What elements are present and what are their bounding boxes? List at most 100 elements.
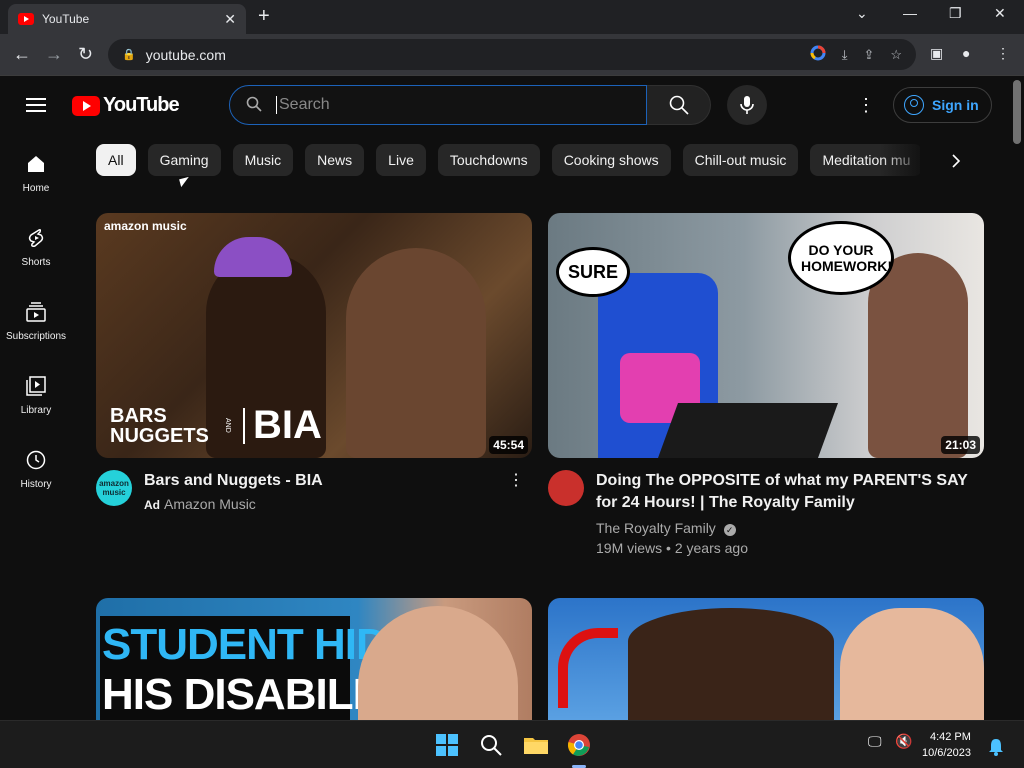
account-icon xyxy=(904,95,924,115)
restore-button[interactable]: ❐ xyxy=(949,5,962,22)
thumbnail-divider xyxy=(243,407,245,444)
library-icon xyxy=(26,376,46,396)
sidebar-item-shorts[interactable]: Shorts xyxy=(0,207,72,281)
video-title[interactable]: Bars and Nuggets - BIA xyxy=(144,470,323,492)
system-clock[interactable]: 4:42 PM 10/6/2023 xyxy=(922,729,971,761)
scrollbar-thumb[interactable] xyxy=(1013,80,1021,144)
chip-live[interactable]: Live xyxy=(376,144,426,176)
sidebar-item-library[interactable]: Library xyxy=(0,355,72,429)
new-tab-button[interactable]: + xyxy=(258,5,270,28)
youtube-logo[interactable]: YouTube xyxy=(72,94,180,117)
history-icon xyxy=(26,450,46,470)
chips-fade xyxy=(880,144,940,178)
network-icon[interactable]: 🖵 xyxy=(868,733,882,757)
chip-news[interactable]: News xyxy=(305,144,365,176)
side-panel-icon[interactable]: ▣ xyxy=(930,45,943,62)
channel-avatar[interactable]: amazon music xyxy=(96,470,132,506)
google-lens-icon[interactable] xyxy=(810,45,826,64)
browser-toolbar: ← → ↻ 🔒 youtube.com ⤓ ⇪ ☆ ▣ ● ⋮ xyxy=(0,34,1024,76)
address-bar[interactable]: 🔒 youtube.com ⤓ ⇪ ☆ xyxy=(108,39,916,70)
thumbnail-person-right xyxy=(346,248,486,458)
chip-cooking-shows[interactable]: Cooking shows xyxy=(551,144,671,176)
youtube-favicon-icon xyxy=(18,13,34,25)
voice-search-button[interactable] xyxy=(727,85,767,125)
search-input[interactable] xyxy=(276,96,616,114)
volume-muted-icon[interactable]: 🔇 xyxy=(895,733,912,757)
chips-next-button[interactable] xyxy=(940,144,972,178)
thumbnail-text-right: BIA xyxy=(253,403,322,447)
video-thumbnail[interactable]: SURE DO YOUR HOMEWORK! 21:03 xyxy=(548,213,984,458)
hamburger-menu-icon[interactable] xyxy=(26,98,46,112)
sign-in-button[interactable]: Sign in xyxy=(893,87,992,123)
browser-tab-youtube[interactable]: YouTube ✕ xyxy=(8,4,246,34)
forward-button[interactable]: → xyxy=(45,44,63,65)
video-thumbnail[interactable] xyxy=(548,598,984,720)
chrome-icon[interactable] xyxy=(567,733,591,757)
chip-all[interactable]: All xyxy=(96,144,136,176)
video-card[interactable] xyxy=(548,598,984,720)
back-button[interactable]: ← xyxy=(13,44,31,65)
filter-chips-bar: All Gaming Music News Live Touchdowns Co… xyxy=(96,144,920,178)
video-card[interactable]: STUDENT HIDES HIS DISABILITY xyxy=(96,598,532,720)
search-icon xyxy=(246,96,262,115)
reload-button[interactable]: ↻ xyxy=(78,44,93,65)
chip-touchdowns[interactable]: Touchdowns xyxy=(437,144,540,176)
sidebar-item-history[interactable]: History xyxy=(0,429,72,503)
video-card[interactable]: amazon music BARS NUGGETS AND BIA 45:54 … xyxy=(96,213,532,515)
sign-in-label: Sign in xyxy=(932,97,979,113)
close-window-button[interactable]: ✕ xyxy=(994,5,1006,22)
bookmark-star-icon[interactable]: ☆ xyxy=(890,47,902,63)
thumbnail-brand-text: amazon music xyxy=(104,219,187,233)
video-title-line-1[interactable]: Doing The OPPOSITE of what my PARENT'S S… xyxy=(596,470,968,492)
video-card[interactable]: SURE DO YOUR HOMEWORK! 21:03 Doing The O… xyxy=(548,213,984,558)
windows-start-icon[interactable] xyxy=(435,733,459,757)
subscriptions-icon xyxy=(26,302,46,322)
sidebar-item-home[interactable]: Home xyxy=(0,133,72,207)
notification-bell-icon[interactable] xyxy=(989,735,1003,759)
search-button[interactable] xyxy=(647,85,711,125)
share-icon[interactable]: ⇪ xyxy=(863,47,874,63)
lock-icon[interactable]: 🔒 xyxy=(122,48,136,61)
video-title-line-2[interactable]: for 24 Hours! | The Royalty Family xyxy=(596,492,968,514)
sidebar-item-subscriptions[interactable]: Subscriptions xyxy=(0,281,72,355)
clock-time: 4:42 PM xyxy=(929,731,971,743)
thumbnail-cap xyxy=(214,237,292,277)
chip-gaming[interactable]: Gaming xyxy=(147,144,221,176)
bubble-left-text: SURE xyxy=(567,261,618,282)
chip-music[interactable]: Music xyxy=(232,144,294,176)
chip-chill-out-music[interactable]: Chill-out music xyxy=(682,144,799,176)
meta-separator: • xyxy=(666,540,675,556)
thumbnail-desk xyxy=(657,403,839,458)
view-count: 19M views xyxy=(596,540,663,556)
minimize-button[interactable]: — xyxy=(903,5,917,21)
thumbnail-title-art: BARS NUGGETS AND BIA xyxy=(110,403,322,448)
bubble-right-text: DO YOUR HOMEWORK! xyxy=(801,242,892,274)
thumbnail-face xyxy=(840,608,984,720)
install-app-icon[interactable]: ⤓ xyxy=(842,47,848,63)
page-scrollbar[interactable] xyxy=(1010,77,1024,720)
file-explorer-icon[interactable] xyxy=(523,733,549,757)
clock-date: 10/6/2023 xyxy=(922,747,971,759)
channel-name[interactable]: Amazon Music xyxy=(164,496,256,512)
sidebar-item-label: History xyxy=(20,479,52,490)
tab-search-icon[interactable]: ⌄ xyxy=(856,5,868,22)
thumbnail-arrow xyxy=(558,628,618,708)
video-duration: 21:03 xyxy=(941,436,980,454)
video-menu-icon[interactable]: ⋮ xyxy=(508,470,524,490)
taskbar-search-icon[interactable] xyxy=(479,733,503,757)
channel-avatar[interactable] xyxy=(548,470,584,506)
home-icon xyxy=(28,156,44,172)
video-thumbnail[interactable]: amazon music BARS NUGGETS AND BIA 45:54 xyxy=(96,213,532,458)
video-thumbnail[interactable]: STUDENT HIDES HIS DISABILITY xyxy=(96,598,532,720)
sidebar-item-label: Subscriptions xyxy=(5,331,67,342)
settings-menu-icon[interactable]: ⋮ xyxy=(857,95,875,116)
chrome-menu-icon[interactable]: ⋮ xyxy=(996,45,1010,62)
speech-bubble-right: DO YOUR HOMEWORK! xyxy=(788,221,894,295)
verified-icon: ✓ xyxy=(723,524,736,536)
close-tab-icon[interactable]: ✕ xyxy=(224,11,236,28)
channel-name[interactable]: The Royalty Family xyxy=(596,520,716,536)
profile-icon[interactable]: ● xyxy=(962,45,970,61)
windows-taskbar: 🖵 🔇 4:42 PM 10/6/2023 xyxy=(0,720,1024,768)
search-box[interactable] xyxy=(229,85,647,125)
url-text[interactable]: youtube.com xyxy=(146,47,794,63)
